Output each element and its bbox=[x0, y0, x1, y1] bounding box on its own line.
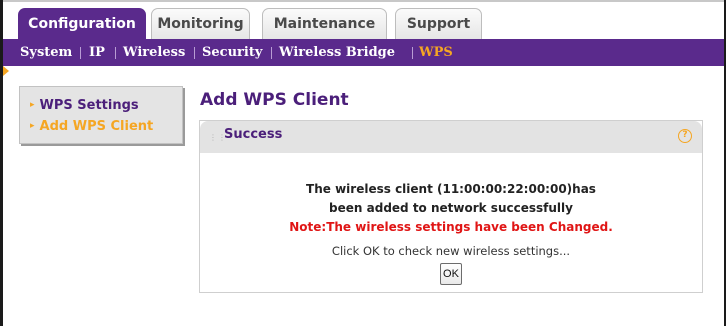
tab-maintenance[interactable]: Maintenance bbox=[262, 8, 387, 39]
menu-item-add-wps-client[interactable]: ▸ Add WPS Client bbox=[30, 117, 153, 135]
menu-item-label: Add WPS Client bbox=[39, 119, 154, 134]
router-admin-window: Configuration Monitoring Maintenance Sup… bbox=[0, 0, 726, 326]
settings-changed-note: Note:The wireless settings have been Cha… bbox=[289, 220, 613, 234]
success-message-line2: been added to network successfully bbox=[329, 201, 573, 215]
subnav-wireless[interactable]: Wireless bbox=[123, 39, 185, 66]
window-top-edge bbox=[0, 0, 726, 2]
check-settings-hint: Click OK to check new wireless settings.… bbox=[331, 244, 571, 258]
subnav-divider bbox=[271, 47, 272, 59]
subnav-wireless-bridge[interactable]: Wireless Bridge bbox=[279, 39, 395, 66]
menu-item-wps-settings[interactable]: ▸ WPS Settings bbox=[30, 96, 139, 114]
subnav-divider bbox=[194, 47, 195, 59]
success-panel: ⋮⋮ Success ? The wireless client (11:00:… bbox=[199, 120, 703, 293]
left-menu: ▸ WPS Settings ▸ Add WPS Client bbox=[19, 86, 183, 144]
subnav-system[interactable]: System bbox=[20, 39, 72, 66]
subnav-ip[interactable]: IP bbox=[89, 39, 105, 66]
help-icon[interactable]: ? bbox=[678, 129, 692, 143]
chevron-right-icon: ▸ bbox=[30, 100, 35, 110]
page-title: Add WPS Client bbox=[200, 90, 349, 110]
ok-button[interactable]: OK bbox=[440, 263, 462, 285]
subnav-wps[interactable]: WPS bbox=[419, 39, 453, 66]
success-message-line1: The wireless client (11:00:00:22:00:00)h… bbox=[306, 182, 596, 196]
tab-monitoring[interactable]: Monitoring bbox=[151, 8, 250, 39]
subnav-divider bbox=[412, 47, 413, 59]
subnav-divider bbox=[80, 47, 81, 59]
menu-item-label: WPS Settings bbox=[39, 98, 139, 113]
tab-support[interactable]: Support bbox=[395, 8, 482, 39]
subnav-pointer-icon bbox=[3, 66, 9, 76]
sub-navigation-bar: System IP Wireless Security Wireless Bri… bbox=[3, 39, 724, 66]
panel-header: ⋮⋮ Success ? bbox=[200, 121, 702, 153]
subnav-security[interactable]: Security bbox=[202, 39, 262, 66]
subnav-divider bbox=[115, 47, 116, 59]
tab-configuration[interactable]: Configuration bbox=[18, 8, 146, 40]
chevron-right-icon: ▸ bbox=[30, 121, 35, 131]
panel-title: Success bbox=[224, 127, 283, 142]
